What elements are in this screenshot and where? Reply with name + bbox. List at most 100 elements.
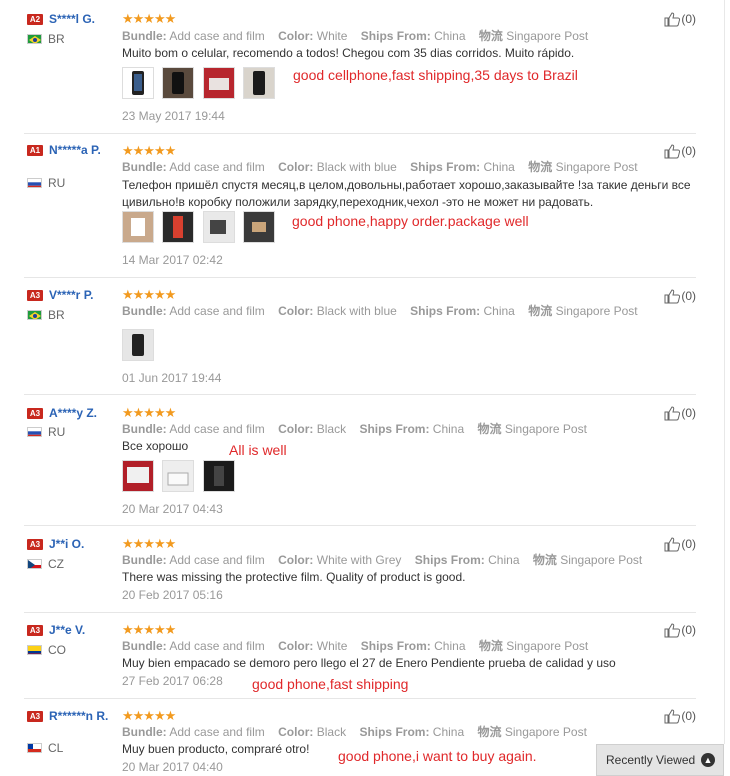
bundle-label: Bundle: (122, 725, 167, 739)
review-annotation: All is well (229, 442, 287, 458)
helpful-button[interactable]: (0) (664, 537, 696, 552)
review-item: A2 S****l G. BR ★★★★★ Bundle: Add case a… (24, 0, 696, 134)
country-code: BR (48, 32, 65, 46)
review-photo-thumbnail[interactable] (202, 211, 235, 243)
helpful-count: (0) (681, 537, 696, 551)
bundle-label: Bundle: (122, 422, 167, 436)
photo-thumbnails (122, 211, 279, 245)
helpful-button[interactable]: (0) (664, 289, 696, 304)
member-level-badge: A3 (27, 711, 43, 722)
logistics-label: 物流 (528, 304, 553, 318)
helpful-button[interactable]: (0) (664, 623, 696, 638)
review-photo-thumbnail[interactable] (122, 67, 154, 99)
review-photo-thumbnail[interactable] (122, 211, 154, 243)
rating-stars: ★★★★★ (122, 405, 176, 420)
color-label: Color: (278, 304, 314, 318)
chile-flag-icon (27, 743, 42, 753)
ships-from-value: China (483, 304, 515, 318)
recently-viewed-label: Recently Viewed (606, 753, 696, 767)
reviewer-name[interactable]: A****y Z. (49, 406, 113, 420)
review-date: 20 Feb 2017 05:16 (122, 588, 223, 602)
ships-from-label: Ships From: (359, 422, 430, 436)
thumbs-up-icon (664, 12, 681, 27)
thumbs-up-icon (664, 537, 681, 552)
order-attributes: Bundle: Add case and film Color: Black S… (122, 725, 587, 739)
member-level-badge: A3 (27, 408, 43, 419)
review-annotation: good phone,happy order.package well (292, 213, 529, 229)
photo-thumbnails (122, 329, 158, 363)
helpful-button[interactable]: (0) (664, 12, 696, 27)
review-date: 27 Feb 2017 06:28 (122, 674, 223, 688)
country-code: CZ (48, 557, 64, 571)
thumbs-up-icon (664, 406, 681, 421)
recently-viewed-button[interactable]: Recently Viewed ▲ (596, 744, 724, 776)
helpful-count: (0) (681, 12, 696, 26)
helpful-count: (0) (681, 289, 696, 303)
reviewer-name[interactable]: J**i O. (49, 537, 113, 551)
bundle-label: Bundle: (122, 160, 167, 174)
review-photo-thumbnail[interactable] (243, 67, 276, 99)
color-value: White with Grey (316, 553, 402, 567)
logistics-label: 物流 (532, 553, 557, 567)
review-comment: Все хорошо (122, 439, 189, 453)
review-item: A3 J**e V. CO ★★★★★ Bundle: Add case and… (24, 612, 696, 699)
reviewer-name[interactable]: J**e V. (49, 623, 113, 637)
review-photo-thumbnail[interactable] (202, 460, 235, 492)
color-value: White (316, 29, 348, 43)
reviewer-name[interactable]: V****r P. (49, 288, 113, 302)
helpful-count: (0) (681, 623, 696, 637)
color-value: Black with blue (316, 304, 397, 318)
color-label: Color: (278, 422, 314, 436)
helpful-count: (0) (681, 144, 696, 158)
member-level-badge: A3 (27, 290, 43, 301)
bundle-label: Bundle: (122, 304, 167, 318)
photo-thumbnails (122, 67, 279, 101)
helpful-button[interactable]: (0) (664, 406, 696, 421)
color-label: Color: (278, 160, 314, 174)
logistics-value: Singapore Post (555, 304, 638, 318)
logistics-value: Singapore Post (506, 639, 589, 653)
thumbs-up-icon (664, 623, 681, 638)
helpful-count: (0) (681, 709, 696, 723)
review-photo-thumbnail[interactable] (162, 211, 195, 243)
review-photo-thumbnail[interactable] (122, 329, 154, 361)
color-label: Color: (278, 553, 314, 567)
chevron-up-icon: ▲ (701, 753, 715, 767)
member-level-badge: A3 (27, 539, 43, 550)
review-photo-thumbnail[interactable] (243, 211, 276, 243)
ships-from-value: China (488, 553, 520, 567)
ships-from-value: China (432, 725, 465, 739)
color-value: Black (316, 725, 347, 739)
review-date: 01 Jun 2017 19:44 (122, 371, 222, 385)
color-label: Color: (278, 725, 314, 739)
logistics-label: 物流 (478, 639, 503, 653)
member-level-badge: A3 (27, 625, 43, 636)
order-attributes: Bundle: Add case and film Color: Black w… (122, 160, 638, 174)
review-item: A3 V****r P. BR ★★★★★ Bundle: Add case a… (24, 277, 696, 395)
bundle-label: Bundle: (122, 29, 167, 43)
review-photo-thumbnail[interactable] (162, 460, 195, 492)
rating-stars: ★★★★★ (122, 708, 176, 723)
reviewer-name[interactable]: R******n R. (49, 709, 113, 723)
ships-from-label: Ships From: (414, 553, 485, 567)
logistics-label: 物流 (478, 29, 503, 43)
review-date: 14 Mar 2017 02:42 (122, 253, 223, 267)
reviewer-name[interactable]: S****l G. (49, 12, 113, 26)
review-photo-thumbnail[interactable] (162, 67, 195, 99)
review-photo-thumbnail[interactable] (122, 460, 154, 492)
rating-stars: ★★★★★ (122, 536, 176, 551)
order-attributes: Bundle: Add case and film Color: Black w… (122, 304, 638, 318)
reviewer-name[interactable]: N*****a P. (49, 143, 113, 157)
helpful-button[interactable]: (0) (664, 709, 696, 724)
country-code: CL (48, 741, 64, 755)
czech-flag-icon (27, 559, 42, 569)
country-code: CO (48, 643, 66, 657)
logistics-label: 物流 (477, 422, 502, 436)
helpful-button[interactable]: (0) (664, 144, 696, 159)
review-comment: Muy bien empacado se demoro pero llego e… (122, 656, 616, 670)
color-value: Black with blue (316, 160, 397, 174)
order-attributes: Bundle: Add case and film Color: Black S… (122, 422, 587, 436)
scroll-edge (724, 0, 725, 744)
ships-from-label: Ships From: (360, 639, 431, 653)
review-photo-thumbnail[interactable] (202, 67, 235, 99)
